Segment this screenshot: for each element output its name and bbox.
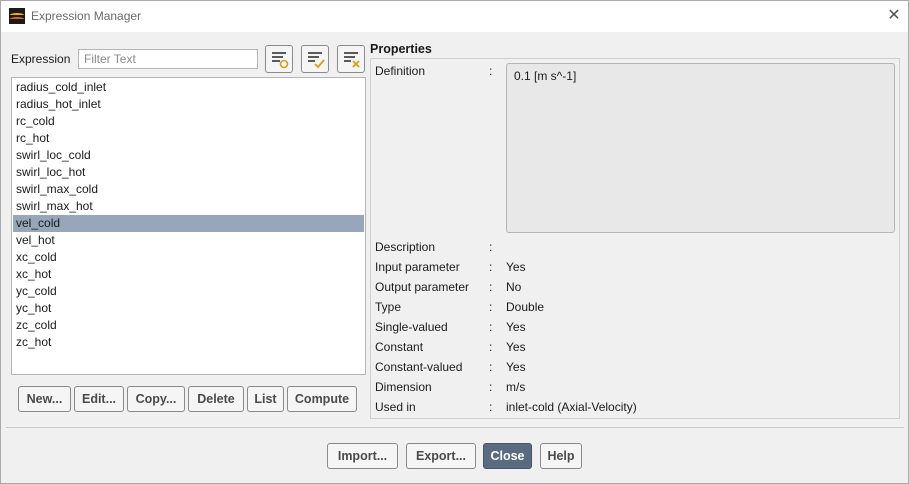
single-valued-value: Yes (506, 320, 526, 334)
properties-header: Properties (370, 42, 432, 56)
definition-field[interactable]: 0.1 [m s^-1] (506, 63, 895, 233)
list-item[interactable]: vel_hot (13, 232, 364, 249)
app-logo-icon (9, 8, 25, 24)
type-label: Type (375, 300, 402, 314)
select-all-button[interactable] (301, 45, 329, 73)
colon: : (489, 340, 493, 354)
footer-divider (6, 427, 904, 428)
list-item[interactable]: rc_cold (13, 113, 364, 130)
filter-with-check-icon (308, 52, 325, 69)
clear-filter-button[interactable] (337, 45, 365, 73)
copy-button[interactable]: Copy... (127, 386, 185, 412)
colon: : (489, 300, 493, 314)
filter-options-button[interactable] (265, 45, 293, 73)
expression-label: Expression (11, 52, 71, 66)
list-item[interactable]: xc_cold (13, 249, 364, 266)
colon: : (489, 400, 493, 414)
help-button[interactable]: Help (540, 443, 582, 469)
close-icon[interactable]: ✕ (885, 6, 903, 26)
expression-list[interactable]: radius_cold_inlet radius_hot_inlet rc_co… (11, 77, 366, 375)
colon: : (489, 320, 493, 334)
edit-button[interactable]: Edit... (74, 386, 124, 412)
single-valued-label: Single-valued (375, 320, 448, 334)
input-parameter-value: Yes (506, 260, 526, 274)
list-item[interactable]: zc_hot (13, 334, 364, 351)
used-in-value: inlet-cold (Axial-Velocity) (506, 400, 637, 414)
constant-valued-value: Yes (506, 360, 526, 374)
import-button[interactable]: Import... (327, 443, 398, 469)
list-item[interactable]: radius_cold_inlet (13, 79, 364, 96)
constant-valued-label: Constant-valued (375, 360, 463, 374)
list-item[interactable]: zc_cold (13, 317, 364, 334)
list-item[interactable]: swirl_max_hot (13, 198, 364, 215)
output-parameter-value: No (506, 280, 522, 294)
dimension-label: Dimension (375, 380, 432, 394)
new-button[interactable]: New... (18, 386, 71, 412)
list-item-selected[interactable]: vel_cold (13, 215, 364, 232)
constant-value: Yes (506, 340, 526, 354)
list-item[interactable]: yc_cold (13, 283, 364, 300)
list-item[interactable]: swirl_max_cold (13, 181, 364, 198)
list-item[interactable]: swirl_loc_hot (13, 164, 364, 181)
colon: : (489, 240, 493, 254)
delete-button[interactable]: Delete (188, 386, 244, 412)
list-button[interactable]: List (247, 386, 284, 412)
input-parameter-label: Input parameter (375, 260, 460, 274)
compute-button[interactable]: Compute (287, 386, 357, 412)
dimension-value: m/s (506, 380, 526, 394)
definition-label: Definition (375, 64, 426, 78)
filter-with-clear-icon (344, 52, 360, 68)
expression-manager-window: Expression Manager ✕ Expression radius_ (0, 0, 909, 484)
type-value: Double (506, 300, 545, 314)
colon: : (489, 64, 493, 78)
colon: : (489, 380, 493, 394)
list-item[interactable]: rc_hot (13, 130, 364, 147)
list-item[interactable]: xc_hot (13, 266, 364, 283)
colon: : (489, 360, 493, 374)
list-item[interactable]: yc_hot (13, 300, 364, 317)
constant-label: Constant (375, 340, 424, 354)
used-in-label: Used in (375, 400, 416, 414)
output-parameter-label: Output parameter (375, 280, 470, 294)
list-item[interactable]: radius_hot_inlet (13, 96, 364, 113)
close-button[interactable]: Close (483, 443, 532, 469)
colon: : (489, 280, 493, 294)
filter-with-gear-icon (272, 52, 289, 69)
filter-text-input[interactable] (78, 49, 258, 69)
window-title: Expression Manager (31, 9, 142, 23)
colon: : (489, 260, 493, 274)
description-label: Description (375, 240, 436, 254)
list-item[interactable]: swirl_loc_cold (13, 147, 364, 164)
title-bar: Expression Manager ✕ (1, 1, 908, 32)
export-button[interactable]: Export... (406, 443, 476, 469)
